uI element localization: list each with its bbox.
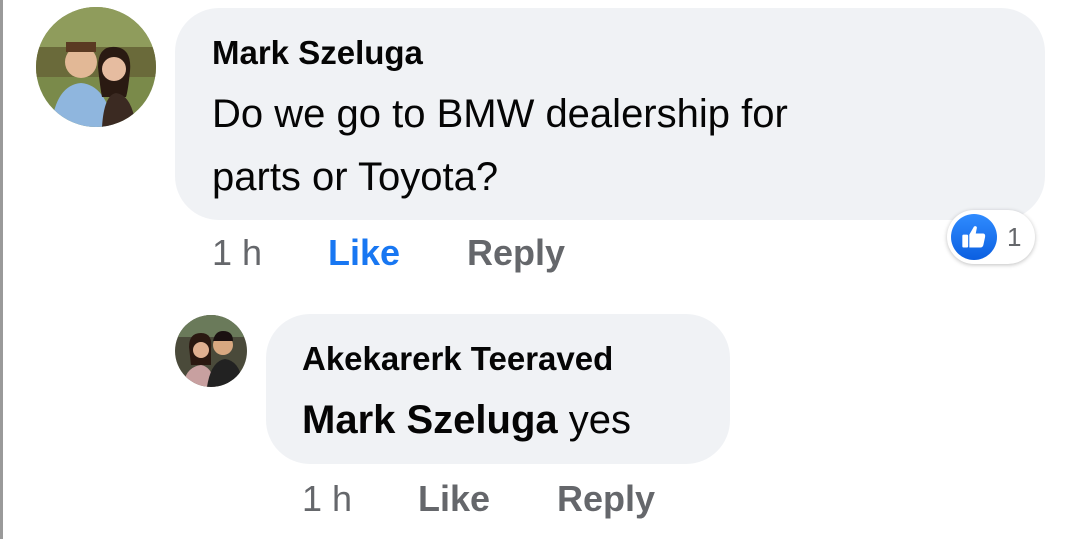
comment-timestamp: 1 h [212,232,263,273]
reply-timestamp: 1 h [302,478,353,519]
reply-text-body: yes [557,398,632,442]
reaction-count-pill[interactable]: 1 [947,210,1035,264]
comment-text-line: Do we go to BMW dealership for [212,92,788,136]
avatar-akekarerk-teeraved[interactable] [175,315,247,387]
like-button[interactable]: Like [418,478,490,520]
reply-button[interactable]: Reply [467,232,565,274]
thumbs-up-icon [951,214,997,260]
reply-text: Mark Szeluga yes [302,388,631,452]
mention-link[interactable]: Mark Szeluga [302,398,558,442]
reaction-count: 1 [1007,221,1022,252]
like-button[interactable]: Like [328,232,400,274]
comment-author-name[interactable]: Mark Szeluga [212,34,423,72]
reply-author-name[interactable]: Akekarerk Teeraved [302,340,613,378]
comment-text-line: parts or Toyota? [212,155,499,199]
avatar-mark-szeluga[interactable] [36,7,156,127]
screen-edge [0,0,3,539]
reply-button[interactable]: Reply [557,478,655,520]
